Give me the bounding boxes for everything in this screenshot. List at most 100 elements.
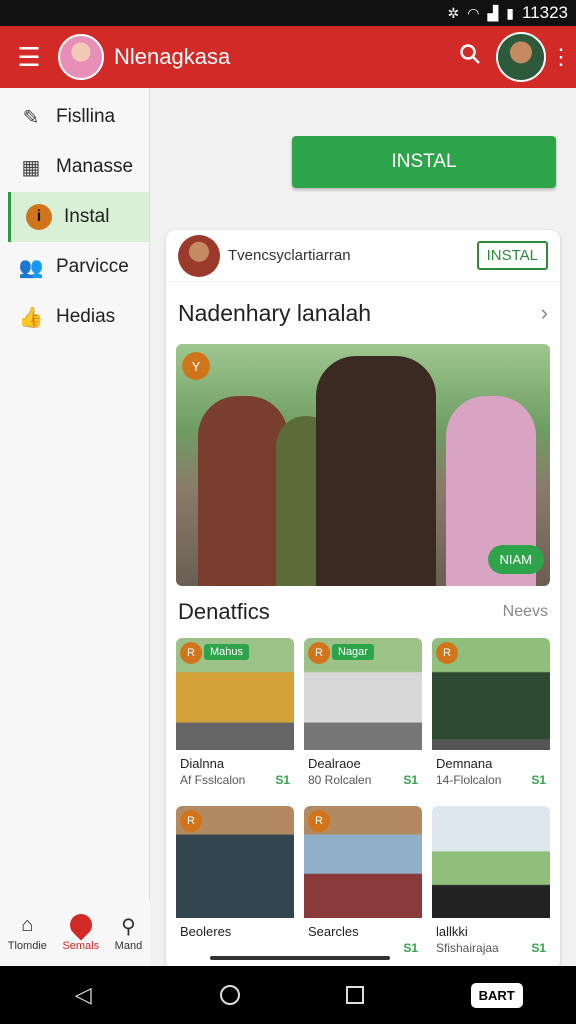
status-bar: ✲ ◠ ▟ ▮ 11323 bbox=[0, 0, 576, 26]
nav-item-search[interactable]: ⚲ Mand bbox=[115, 914, 143, 952]
tile-meta: 80 Rolcalen S1 bbox=[304, 773, 422, 787]
recents-icon[interactable] bbox=[346, 986, 365, 1004]
featured-badge: Y bbox=[182, 352, 210, 380]
tile-image: R bbox=[432, 638, 550, 750]
tile-price: S1 bbox=[531, 773, 546, 787]
nav-item-label: Mand bbox=[114, 940, 143, 952]
status-time: 11323 bbox=[521, 3, 568, 22]
tile-image: R Mahus bbox=[176, 638, 294, 750]
tile-price: S1 bbox=[403, 941, 418, 955]
featured-header[interactable]: Nadenhary lanalah › bbox=[166, 282, 560, 344]
nav-item-label: Tlomdie bbox=[7, 940, 47, 952]
tile-name: Dialnna bbox=[180, 756, 225, 771]
sidebar-item-fisllina[interactable]: ✎ Fisllina bbox=[0, 92, 149, 142]
tile-price: S1 bbox=[531, 941, 546, 955]
tile-meta-text: Sfishairajaa bbox=[436, 941, 499, 955]
tile-meta-text: 14-Flolcalon bbox=[436, 773, 502, 787]
sidebar-item-label: Fisllina bbox=[56, 106, 116, 127]
nav-item-label: Semals bbox=[62, 940, 100, 952]
sidebar-item-manasse[interactable]: ▦ Manasse bbox=[0, 142, 149, 192]
home-button-icon[interactable] bbox=[219, 985, 240, 1005]
grid-tile[interactable]: R Searcles S1 bbox=[304, 806, 422, 966]
home-icon: ⌂ bbox=[21, 914, 34, 936]
search-icon[interactable] bbox=[450, 43, 490, 71]
card-install-button[interactable]: INSTAL bbox=[476, 241, 548, 270]
tile-meta: Sfishairajaa S1 bbox=[432, 941, 550, 955]
battery-icon: ▮ bbox=[506, 4, 514, 21]
scroll-indicator bbox=[210, 956, 390, 960]
signal-icon: ▟ bbox=[487, 4, 499, 21]
tile-name: Demnana bbox=[436, 756, 493, 771]
grid-tile[interactable]: R Mahus Dialnna Af Fsslcalon S1 bbox=[176, 638, 294, 798]
tile-name: Dealraoe bbox=[308, 756, 361, 771]
system-nav-bar: ◁ BART bbox=[0, 966, 576, 1024]
tile-meta: Af Fsslcalon S1 bbox=[176, 773, 294, 787]
tile-price: S1 bbox=[275, 773, 290, 787]
install-button[interactable]: INSTAL bbox=[292, 136, 556, 188]
system-chip[interactable]: BART bbox=[470, 982, 523, 1008]
tile-image: R bbox=[304, 806, 422, 918]
tile-badge: R bbox=[308, 642, 330, 664]
grid-tile[interactable]: R Beoleres bbox=[176, 806, 294, 966]
tile-image: R bbox=[176, 806, 294, 918]
tile-grid: R Mahus Dialnna Af Fsslcalon S1 R Nagar … bbox=[166, 638, 560, 966]
grid-tile[interactable]: R Demnana 14-Flolcalon S1 bbox=[432, 638, 550, 798]
sidebar-item-label: Instal bbox=[64, 206, 110, 227]
author-avatar[interactable] bbox=[178, 234, 220, 277]
section-header: Denatfics Neevs bbox=[166, 586, 560, 638]
grid-tile[interactable]: R Nagar Dealraoe 80 Rolcalen S1 bbox=[304, 638, 422, 798]
section-title: Denatfics bbox=[178, 599, 270, 624]
tile-badge: R bbox=[436, 642, 458, 664]
featured-image[interactable]: Y NIAM bbox=[176, 344, 550, 586]
card-header: Tvencsyclartiarran INSTAL bbox=[166, 230, 560, 282]
tile-image: R Nagar bbox=[304, 638, 422, 750]
tile-price: S1 bbox=[403, 773, 418, 787]
tile-meta: 14-Flolcalon S1 bbox=[432, 773, 550, 787]
sidebar-item-parvicce[interactable]: 👥 Parvicce bbox=[0, 242, 149, 292]
chevron-right-icon[interactable]: › bbox=[541, 300, 548, 326]
app-title: Nlenagkasa bbox=[114, 44, 231, 69]
tile-badge: R bbox=[180, 810, 202, 832]
sidebar-item-hedias[interactable]: 👍 Hedias bbox=[0, 292, 149, 342]
tile-tag: Mahus bbox=[204, 644, 250, 660]
featured-title: Nadenhary lanalah bbox=[178, 299, 372, 326]
tile-name: Beoleres bbox=[180, 924, 232, 939]
nav-item-semals[interactable]: Semals bbox=[62, 909, 100, 952]
more-options-icon[interactable]: ⋮ bbox=[546, 44, 576, 70]
tile-meta-text: Af Fsslcalon bbox=[180, 773, 246, 787]
user-avatar[interactable] bbox=[496, 32, 546, 82]
calendar-icon: ▦ bbox=[21, 156, 41, 179]
grid-tile[interactable]: lallkki Sfishairajaa S1 bbox=[432, 806, 550, 966]
hamburger-menu-icon[interactable]: ☰ bbox=[0, 26, 58, 88]
bottom-nav: ⌂ Tlomdie Semals ⚲ Mand bbox=[0, 900, 150, 966]
featured-pill-button[interactable]: NIAM bbox=[487, 545, 544, 574]
back-icon[interactable]: ◁ bbox=[53, 982, 113, 1008]
nav-item-home[interactable]: ⌂ Tlomdie bbox=[8, 914, 47, 952]
wifi-icon: ◠ bbox=[467, 4, 480, 21]
photo-figure bbox=[316, 356, 436, 586]
tile-meta-text: 80 Rolcalen bbox=[308, 773, 372, 787]
tile-badge: R bbox=[180, 642, 202, 664]
tile-image bbox=[432, 806, 550, 918]
search-icon: ⚲ bbox=[121, 916, 136, 938]
settings-icon: ✲ bbox=[447, 4, 460, 21]
sidebar-item-label: Parvicce bbox=[56, 256, 129, 277]
info-icon: i bbox=[26, 204, 52, 230]
sidebar-item-label: Hedias bbox=[56, 306, 116, 327]
tile-meta: S1 bbox=[304, 941, 422, 955]
sidebar-item-label: Manasse bbox=[56, 156, 134, 177]
tile-name: Searcles bbox=[308, 924, 359, 939]
thumbs-up-icon: 👍 bbox=[18, 306, 44, 329]
app-bar: ☰ Nlenagkasa ⋮ bbox=[0, 26, 576, 88]
sidebar: ✎ Fisllina ▦ Manasse i Instal 👥 Parvicce… bbox=[0, 88, 150, 966]
photo-figure bbox=[198, 396, 288, 586]
author-name: Tvencsyclartiarran bbox=[228, 247, 351, 264]
sidebar-item-instal[interactable]: i Instal bbox=[8, 192, 149, 242]
section-link[interactable]: Neevs bbox=[503, 603, 548, 621]
people-icon: 👥 bbox=[18, 256, 44, 279]
tile-name: lallkki bbox=[436, 924, 468, 939]
tag-icon: ✎ bbox=[22, 106, 40, 129]
content-card: Tvencsyclartiarran INSTAL Nadenhary lana… bbox=[166, 230, 560, 970]
tile-tag: Nagar bbox=[332, 644, 374, 660]
app-avatar bbox=[58, 34, 104, 80]
